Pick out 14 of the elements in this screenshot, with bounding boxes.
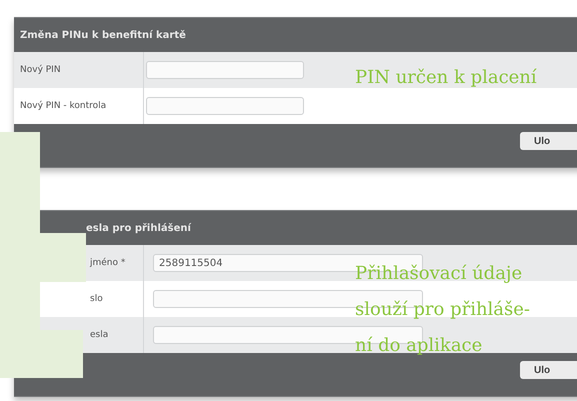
annotation-text: ní do aplikace (355, 334, 484, 358)
field-label: Nový PIN (20, 65, 61, 75)
panel-title: Změna PINu k benefitní kartě (20, 30, 186, 40)
field-label: slo (90, 294, 103, 304)
input-field[interactable] (146, 97, 304, 115)
field-label: jméno * (90, 258, 126, 268)
annotation-text: slouží pro přihláše- (355, 298, 530, 322)
save-button[interactable]: Ulo (520, 132, 577, 150)
save-button[interactable]: Ulo (520, 361, 577, 379)
field-label: Nový PIN - kontrola (20, 101, 106, 111)
panel-title: esla pro přihlášení (86, 222, 191, 234)
input-field[interactable] (146, 61, 304, 79)
annotation-text: PIN určen k placení (355, 66, 537, 90)
field-label: esla (90, 330, 108, 340)
